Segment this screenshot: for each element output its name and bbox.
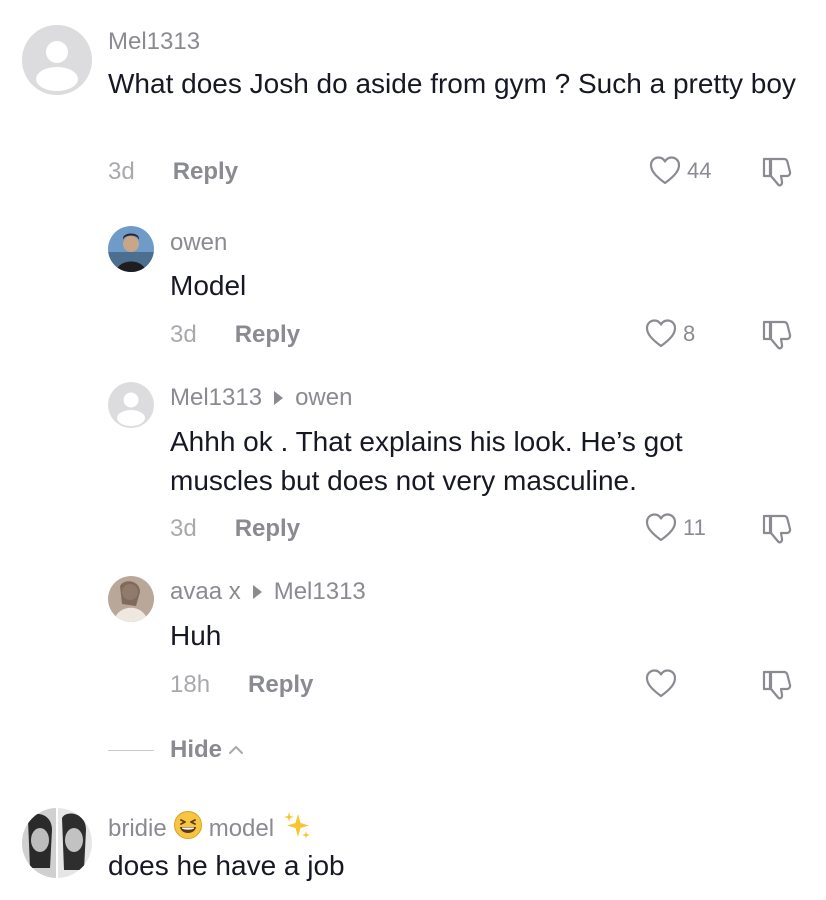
reply-button[interactable]: Reply <box>235 321 300 349</box>
reply-username[interactable]: owen <box>170 229 227 257</box>
thumbs-down-icon <box>762 514 792 544</box>
reply-time: 3d <box>170 321 197 348</box>
comment-text: does he have a job <box>108 850 345 881</box>
thumbs-down-icon <box>762 670 792 700</box>
thumbs-down-icon <box>762 157 792 187</box>
reply-meta: 3d Reply <box>170 515 300 543</box>
thumbs-down-icon <box>762 320 792 350</box>
dislike-button[interactable] <box>760 318 794 352</box>
avatar[interactable] <box>108 382 154 428</box>
user-photo-avatar <box>108 226 154 272</box>
hide-replies-button[interactable]: Hide <box>108 736 244 764</box>
sparkles-emoji-icon <box>282 810 312 847</box>
heart-outline-icon <box>649 156 681 185</box>
reply-to-username[interactable]: Mel1313 <box>274 578 366 606</box>
reply-button[interactable]: Reply <box>248 671 313 699</box>
reply-time: 18h <box>170 671 211 698</box>
dislike-button[interactable] <box>760 512 794 546</box>
comment-username[interactable]: bridie model <box>108 810 312 847</box>
like-button[interactable]: 11 <box>645 512 706 544</box>
hide-label: Hide <box>170 736 223 763</box>
reply-time: 3d <box>170 515 197 542</box>
avatar[interactable] <box>108 226 154 272</box>
grinning-squinting-emoji-icon <box>173 810 203 847</box>
like-count: 44 <box>687 158 712 183</box>
chevron-up-icon <box>229 746 244 754</box>
comment-text: What does Josh do aside from gym ? Such … <box>108 68 796 99</box>
like-count: 8 <box>683 321 696 346</box>
reply-button[interactable]: Reply <box>235 515 300 543</box>
reply-meta: 18h Reply <box>170 671 313 699</box>
like-button[interactable] <box>645 668 683 700</box>
avatar[interactable] <box>22 808 92 878</box>
reply-arrow-icon <box>274 391 284 405</box>
user-photo-avatar <box>22 808 92 878</box>
avatar[interactable] <box>108 576 154 622</box>
heart-outline-icon <box>645 319 677 348</box>
like-count: 11 <box>683 515 706 540</box>
comment-time: 3d <box>108 158 135 185</box>
divider <box>108 749 154 751</box>
dislike-button[interactable] <box>760 155 794 189</box>
user-photo-avatar <box>108 576 154 622</box>
reply-username[interactable]: Mel1313 owen <box>170 384 352 412</box>
comment-username[interactable]: Mel1313 <box>108 28 200 56</box>
reply-arrow-icon <box>252 585 262 599</box>
heart-outline-icon <box>645 513 677 542</box>
default-avatar-icon <box>22 25 92 95</box>
heart-outline-icon <box>645 669 677 698</box>
dislike-button[interactable] <box>760 668 794 702</box>
reply-username[interactable]: avaa x Mel1313 <box>170 578 366 606</box>
reply-text: Ahhh ok . That explains his look. He’s g… <box>170 426 683 496</box>
reply-button[interactable]: Reply <box>173 158 238 186</box>
reply-meta: 3d Reply <box>170 321 300 349</box>
like-button[interactable]: 8 <box>645 318 695 350</box>
reply-text: Model <box>170 270 247 301</box>
reply-to-username[interactable]: owen <box>295 384 352 412</box>
comment-meta: 3d Reply <box>108 158 238 186</box>
like-button[interactable]: 44 <box>649 155 711 187</box>
default-avatar-icon <box>108 382 154 428</box>
avatar[interactable] <box>22 25 92 95</box>
reply-text: Huh <box>170 620 222 651</box>
